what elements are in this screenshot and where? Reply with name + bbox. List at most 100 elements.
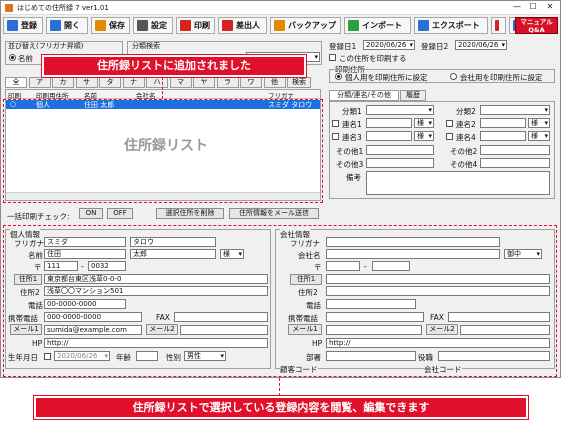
joint4-honor-select[interactable]: 様 bbox=[528, 131, 550, 141]
print-icon bbox=[180, 20, 191, 31]
radio-personal-label: 個人用を印刷住所に設定 bbox=[345, 73, 428, 82]
joint3-honor-select[interactable]: 様 bbox=[414, 131, 434, 141]
kana-tab-2[interactable]: カ bbox=[52, 77, 74, 88]
toolbar-button-label: 登録 bbox=[21, 21, 37, 30]
toolbar-button-label: 保存 bbox=[109, 21, 125, 30]
joint1-honor-select[interactable]: 様 bbox=[414, 118, 434, 128]
kana-tab-12[interactable]: 検索 bbox=[287, 77, 311, 88]
joint1-check[interactable] bbox=[332, 120, 339, 127]
callout-edit: 住所録リストで選択している登録内容を閲覧、編集できます bbox=[34, 396, 528, 419]
save-disk-icon bbox=[7, 20, 18, 31]
kana-tab-0[interactable]: 全 bbox=[5, 77, 27, 88]
print-this-check[interactable] bbox=[329, 54, 336, 61]
toolbar-button-label: 開く bbox=[64, 21, 80, 30]
other2-label: その他2 bbox=[450, 147, 478, 156]
kana-tab-7[interactable]: マ bbox=[169, 77, 192, 88]
other1-label: その他1 bbox=[336, 147, 364, 156]
calendar-icon bbox=[495, 20, 499, 31]
sort-radio-name[interactable] bbox=[9, 54, 16, 61]
toolbar-button-1[interactable]: 開く bbox=[46, 17, 88, 34]
classify-tab-0[interactable]: 分類/連名/その他 bbox=[329, 90, 399, 101]
toolbar-button-0[interactable]: 登録 bbox=[3, 17, 43, 34]
joint4-check[interactable] bbox=[446, 133, 453, 140]
toolbar-button-label: 差出人 bbox=[236, 21, 260, 30]
joint4-input[interactable] bbox=[480, 131, 526, 141]
list-header: 印刷 印刷用住所 名前 会社名 フリガナ bbox=[6, 90, 320, 100]
other1-input[interactable] bbox=[366, 145, 434, 155]
joint4-label: 連名4 bbox=[456, 133, 476, 142]
kana-tab-5[interactable]: ナ bbox=[122, 77, 145, 88]
other3-label: その他3 bbox=[336, 160, 364, 169]
joint3-check[interactable] bbox=[332, 133, 339, 140]
callout-edit-connector bbox=[279, 378, 280, 396]
maximize-button[interactable]: ☐ bbox=[525, 2, 541, 11]
print-this-label: この住所を印刷する bbox=[339, 54, 407, 63]
toolbar-button-6[interactable]: バックアップ bbox=[270, 17, 341, 34]
classify-tabs: 分類/連名/その他 履歴 bbox=[329, 90, 555, 101]
delete-address-button[interactable]: 選択住所を削除 bbox=[156, 208, 224, 219]
list-highlight bbox=[3, 99, 323, 203]
kana-tab-11[interactable]: 他 bbox=[263, 77, 286, 88]
gear-icon bbox=[137, 20, 148, 31]
bulk-on-button[interactable]: ON bbox=[79, 208, 103, 219]
joint2-honor-select[interactable]: 様 bbox=[528, 118, 550, 128]
bulk-off-button[interactable]: OFF bbox=[107, 208, 133, 219]
kana-tab-3[interactable]: サ bbox=[75, 77, 98, 88]
other2-input[interactable] bbox=[480, 145, 550, 155]
radio-personal[interactable] bbox=[335, 73, 342, 80]
kana-tab-9[interactable]: ラ bbox=[216, 77, 239, 88]
other4-input[interactable] bbox=[480, 158, 550, 168]
toolbar-button-3[interactable]: 設定 bbox=[133, 17, 173, 34]
kana-tab-10[interactable]: ワ bbox=[240, 77, 262, 88]
joint1-label: 連名1 bbox=[342, 120, 362, 129]
backup-icon bbox=[274, 20, 285, 31]
joint3-label: 連名3 bbox=[342, 133, 362, 142]
bulk-check-label: 一括印刷チェック: bbox=[7, 212, 70, 221]
callout-added: 住所録リストに追加されました bbox=[42, 55, 306, 77]
close-button[interactable]: ✕ bbox=[542, 2, 558, 11]
export-icon bbox=[418, 20, 429, 31]
detail-highlight bbox=[3, 225, 557, 377]
date2-label: 登録日2 bbox=[421, 42, 449, 51]
toolbar-button-5[interactable]: 差出人 bbox=[218, 17, 267, 34]
toolbar-button-8[interactable]: エクスポート bbox=[414, 17, 488, 34]
toolbar-button-label: 印刷 bbox=[194, 21, 210, 30]
memo-label: 備考 bbox=[346, 173, 361, 182]
import-icon bbox=[348, 20, 359, 31]
toolbar: 登録開く保存設定印刷差出人バックアップインポートエクスポート新規マニュアルQ&A bbox=[3, 16, 558, 36]
classify-tab-1[interactable]: 履歴 bbox=[400, 90, 426, 101]
kana-tab-4[interactable]: タ bbox=[99, 77, 121, 88]
class1-select[interactable] bbox=[366, 105, 434, 115]
open-icon bbox=[50, 20, 61, 31]
toolbar-button-9[interactable] bbox=[491, 17, 506, 34]
class2-select[interactable] bbox=[480, 105, 550, 115]
kana-tabs: 全アカサタナハマヤラワ他検索 bbox=[5, 77, 321, 89]
kana-tab-8[interactable]: ヤ bbox=[193, 77, 215, 88]
date1-label: 登録日1 bbox=[329, 42, 357, 51]
save-icon bbox=[95, 20, 106, 31]
other3-input[interactable] bbox=[366, 158, 434, 168]
kana-tab-6[interactable]: ハ bbox=[146, 77, 168, 88]
sender-icon bbox=[222, 20, 233, 31]
joint2-check[interactable] bbox=[446, 120, 453, 127]
joint2-input[interactable] bbox=[480, 118, 526, 128]
minimize-button[interactable]: — bbox=[509, 2, 525, 11]
toolbar-button-2[interactable]: 保存 bbox=[91, 17, 130, 34]
mail-address-button[interactable]: 住所情報をメール送信 bbox=[229, 208, 319, 219]
joint1-input[interactable] bbox=[366, 118, 412, 128]
other4-label: その他4 bbox=[450, 160, 478, 169]
date1-select[interactable]: 2020/06/26 bbox=[363, 40, 415, 50]
kana-tab-1[interactable]: ア bbox=[28, 77, 51, 88]
date2-select[interactable]: 2020/06/26 bbox=[455, 40, 507, 50]
class-search-label: 分類検索 bbox=[132, 42, 160, 50]
toolbar-button-7[interactable]: インポート bbox=[344, 17, 411, 34]
manual-qa-button[interactable]: マニュアル Q&A bbox=[515, 17, 558, 34]
sort-radio-label: 名前 bbox=[18, 54, 33, 63]
memo-textarea[interactable] bbox=[366, 171, 550, 195]
toolbar-button-label: 設定 bbox=[151, 21, 167, 30]
radio-company[interactable] bbox=[450, 73, 457, 80]
joint3-input[interactable] bbox=[366, 131, 412, 141]
toolbar-button-label: エクスポート bbox=[432, 21, 480, 30]
toolbar-button-4[interactable]: 印刷 bbox=[176, 17, 215, 34]
class2-label: 分類2 bbox=[456, 107, 476, 116]
